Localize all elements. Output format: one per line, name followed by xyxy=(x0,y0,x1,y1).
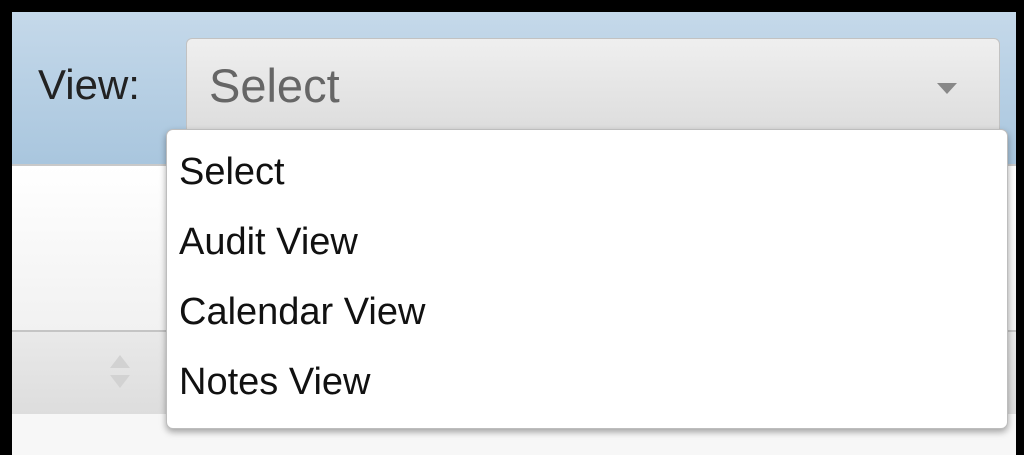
view-option-audit-view[interactable]: Audit View xyxy=(179,212,358,272)
view-option-select[interactable]: Select xyxy=(179,142,285,202)
view-select-value: Select xyxy=(209,59,340,112)
chevron-down-icon[interactable] xyxy=(937,83,957,94)
view-dropdown-menu: Select Audit View Calendar View Notes Vi… xyxy=(166,129,1008,429)
view-label: View: xyxy=(38,61,140,108)
screenshot-frame: View: Select Select Audit View Calendar … xyxy=(0,0,1024,455)
view-select[interactable]: Select xyxy=(186,38,1000,136)
sort-icon[interactable] xyxy=(108,352,132,392)
view-option-notes-view[interactable]: Notes View xyxy=(179,352,371,412)
view-option-calendar-view[interactable]: Calendar View xyxy=(179,282,425,342)
